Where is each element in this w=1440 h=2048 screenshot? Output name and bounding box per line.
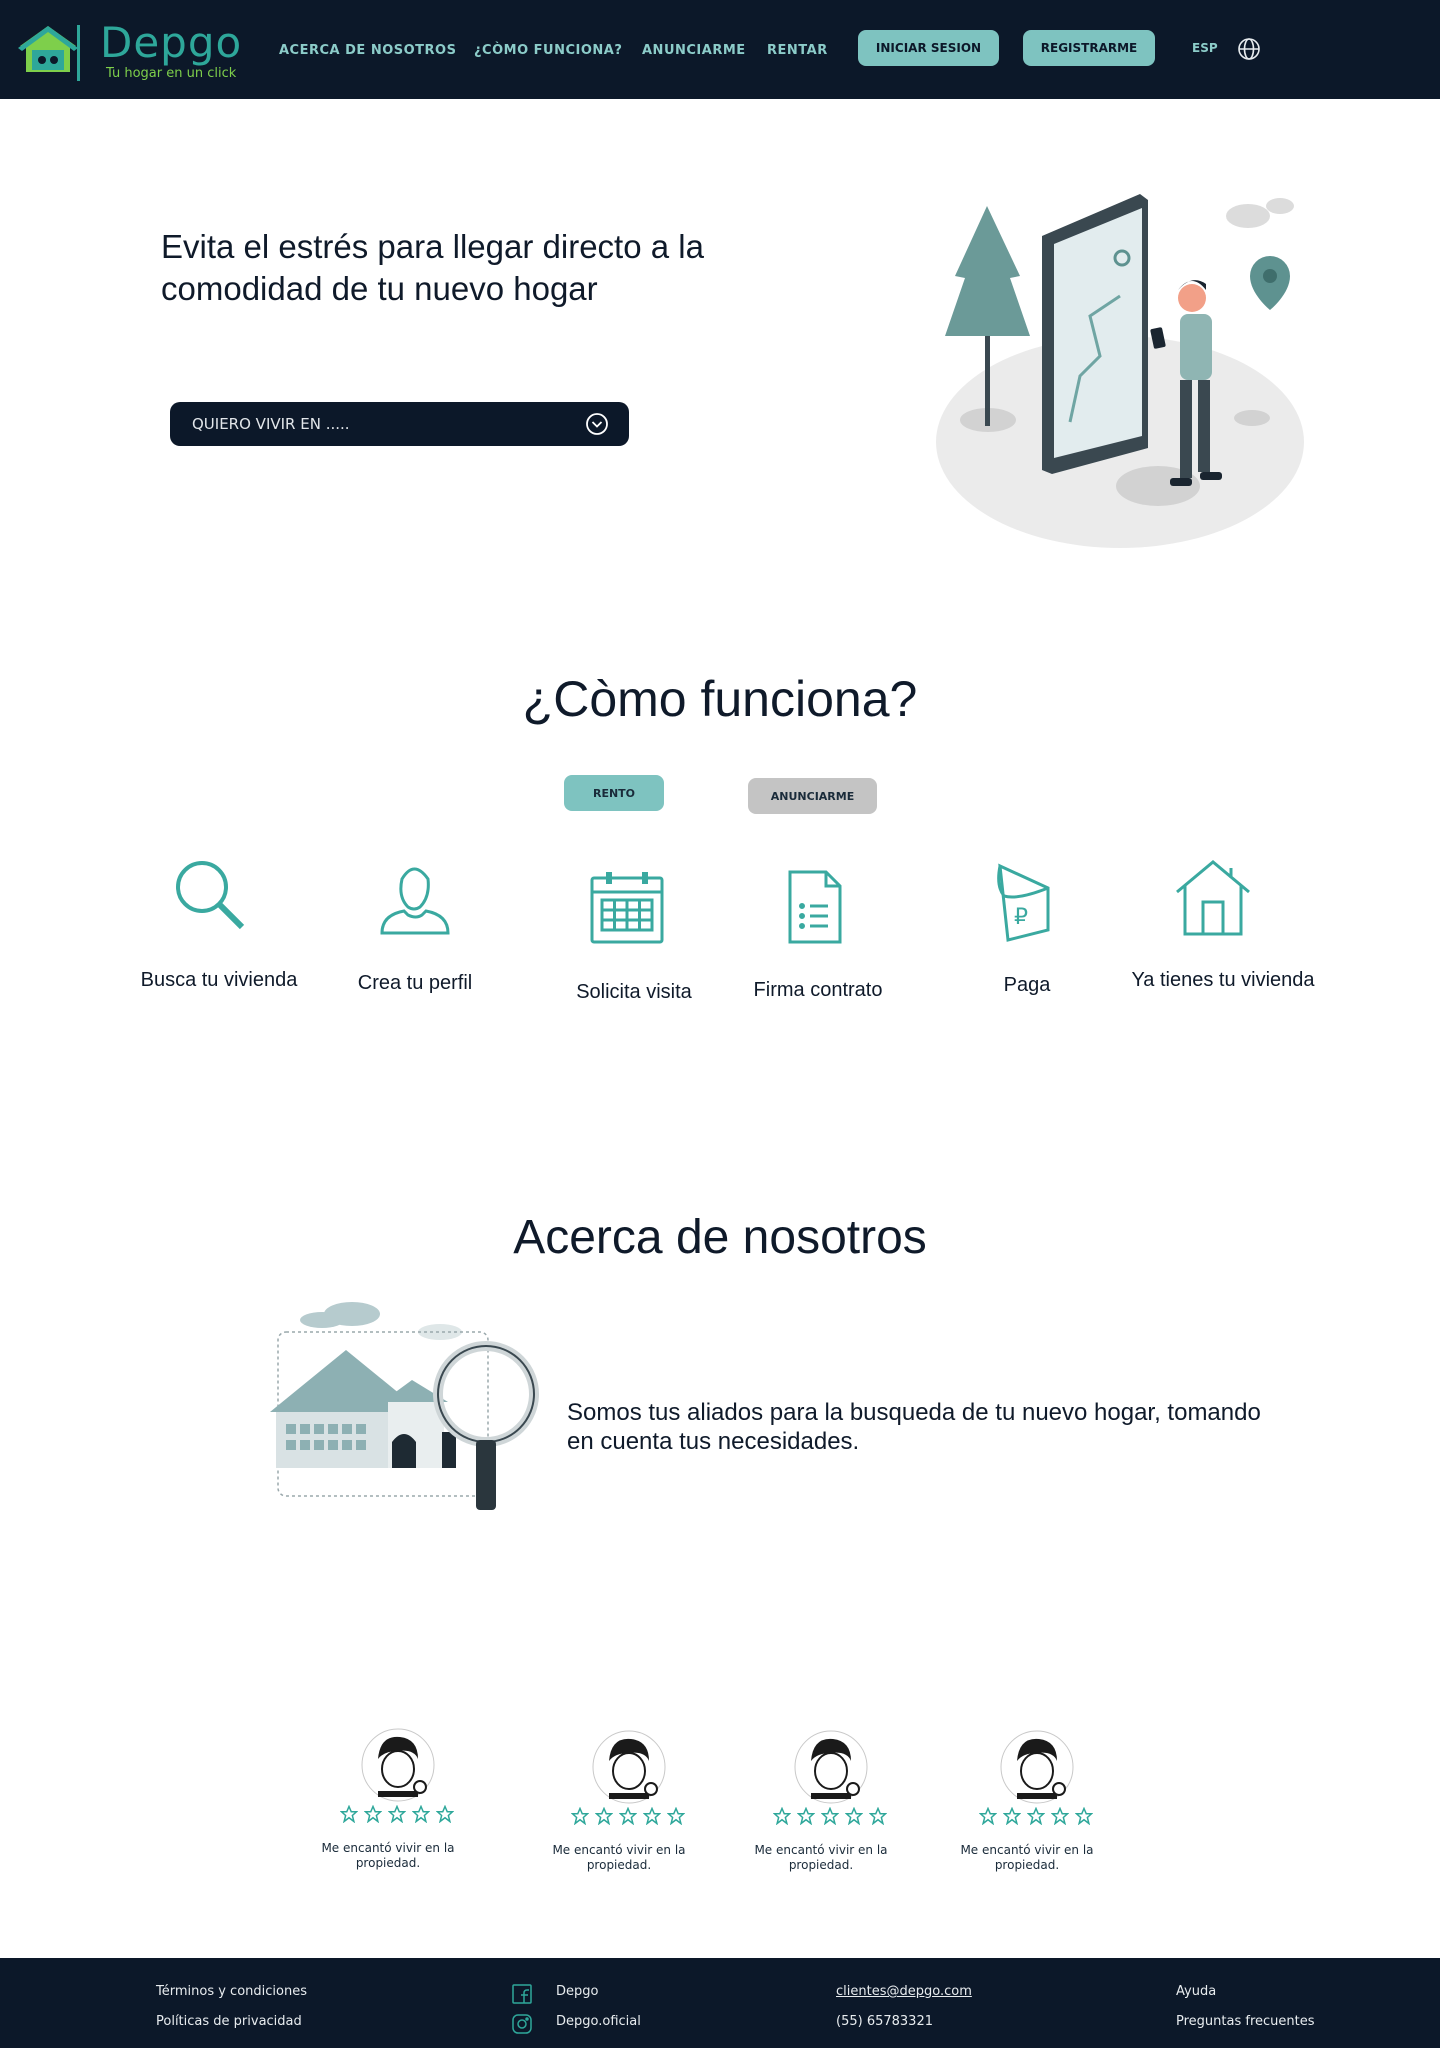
- privacy-link[interactable]: Políticas de privacidad: [156, 2014, 302, 2029]
- step-label-pay: Paga: [1003, 974, 1051, 996]
- star-icon: [619, 1807, 637, 1825]
- about-illustration: [270, 1302, 539, 1510]
- location-select-placeholder: QUIERO VIVIR EN .....: [192, 415, 350, 433]
- star-icon: [979, 1807, 997, 1825]
- footer: Términos y condiciones Políticas de priv…: [0, 1958, 1440, 2048]
- brand-tagline: Tu hogar en un click: [106, 66, 237, 81]
- review-stars: [773, 1807, 887, 1825]
- star-icon: [595, 1807, 613, 1825]
- review-stars: [340, 1805, 454, 1823]
- avatar: [592, 1730, 666, 1804]
- nav-rent[interactable]: RENTAR: [767, 43, 828, 58]
- review-text: Me encantó vivir en la propiedad.: [754, 1843, 888, 1872]
- top-navbar: Depgo Tu hogar en un click ACERCA DE NOS…: [0, 0, 1440, 99]
- email-link[interactable]: clientes@depgo.com: [836, 1984, 972, 1999]
- star-icon: [869, 1807, 887, 1825]
- star-icon: [821, 1807, 839, 1825]
- step-label-search: Busca tu vivienda: [140, 969, 298, 991]
- location-select[interactable]: QUIERO VIVIR EN .....: [170, 402, 629, 446]
- svg-text:₽: ₽: [1014, 905, 1028, 930]
- star-icon: [340, 1805, 358, 1823]
- step-label-contract: Firma contrato: [753, 979, 883, 1001]
- review-text: Me encantó vivir en la propiedad.: [960, 1843, 1094, 1872]
- user-icon: [380, 867, 450, 935]
- search-icon: [176, 861, 245, 930]
- logo-divider: [77, 25, 80, 81]
- facebook-link[interactable]: Depgo: [556, 1984, 598, 1999]
- instagram-icon[interactable]: [512, 2014, 532, 2034]
- brand-name[interactable]: Depgo: [100, 18, 242, 67]
- chevron-down-icon[interactable]: [585, 412, 609, 436]
- calendar-icon: [590, 872, 664, 944]
- facebook-icon[interactable]: [512, 1984, 532, 2004]
- help-link[interactable]: Ayuda: [1176, 1984, 1216, 1999]
- star-icon: [667, 1807, 685, 1825]
- nav-how-it-works[interactable]: ¿CÒMO FUNCIONA?: [474, 43, 622, 58]
- star-icon: [1027, 1807, 1045, 1825]
- logo-house-icon[interactable]: [18, 22, 78, 78]
- phone-number[interactable]: (55) 65783321: [836, 2014, 933, 2029]
- review-stars: [571, 1807, 685, 1825]
- avatar: [361, 1728, 435, 1802]
- about-title: Acerca de nosotros: [513, 1211, 927, 1264]
- avatar: [794, 1730, 868, 1804]
- star-icon: [797, 1807, 815, 1825]
- avatar: [1000, 1730, 1074, 1804]
- star-icon: [388, 1805, 406, 1823]
- star-icon: [412, 1805, 430, 1823]
- wallet-icon: ₽: [997, 863, 1050, 942]
- tab-rent[interactable]: RENTO: [564, 775, 664, 811]
- review-stars: [979, 1807, 1093, 1825]
- tab-advertise[interactable]: ANUNCIARME: [748, 778, 877, 814]
- nav-advertise[interactable]: ANUNCIARME: [642, 43, 746, 58]
- nav-about[interactable]: ACERCA DE NOSOTROS: [279, 43, 456, 58]
- step-label-home: Ya tienes tu vivienda: [1131, 969, 1315, 991]
- step-label-visit: Solicita visita: [576, 981, 692, 1003]
- review-text: Me encantó vivir en la propiedad.: [552, 1843, 686, 1872]
- star-icon: [1075, 1807, 1093, 1825]
- star-icon: [571, 1807, 589, 1825]
- register-button[interactable]: REGISTRARME: [1023, 30, 1155, 66]
- star-icon: [643, 1807, 661, 1825]
- about-description: Somos tus aliados para la busqueda de tu…: [567, 1399, 1261, 1455]
- login-button[interactable]: INICIAR SESION: [858, 30, 999, 66]
- faq-link[interactable]: Preguntas frecuentes: [1176, 2014, 1315, 2029]
- house-icon: [1176, 860, 1250, 936]
- how-it-works-title: ¿Còmo funciona?: [522, 671, 918, 727]
- step-label-profile: Crea tu perfil: [357, 972, 473, 994]
- star-icon: [1051, 1807, 1069, 1825]
- hero-title: Evita el estrés para llegar directo a la…: [161, 228, 704, 307]
- globe-icon[interactable]: [1237, 37, 1261, 61]
- star-icon: [364, 1805, 382, 1823]
- hero-illustration: [936, 194, 1304, 548]
- star-icon: [773, 1807, 791, 1825]
- review-text: Me encantó vivir en la propiedad.: [321, 1841, 455, 1870]
- star-icon: [1003, 1807, 1021, 1825]
- instagram-link[interactable]: Depgo.oficial: [556, 2014, 641, 2029]
- terms-link[interactable]: Términos y condiciones: [156, 1984, 307, 1999]
- language-label[interactable]: ESP: [1192, 41, 1218, 55]
- document-icon: [788, 870, 842, 944]
- star-icon: [436, 1805, 454, 1823]
- star-icon: [845, 1807, 863, 1825]
